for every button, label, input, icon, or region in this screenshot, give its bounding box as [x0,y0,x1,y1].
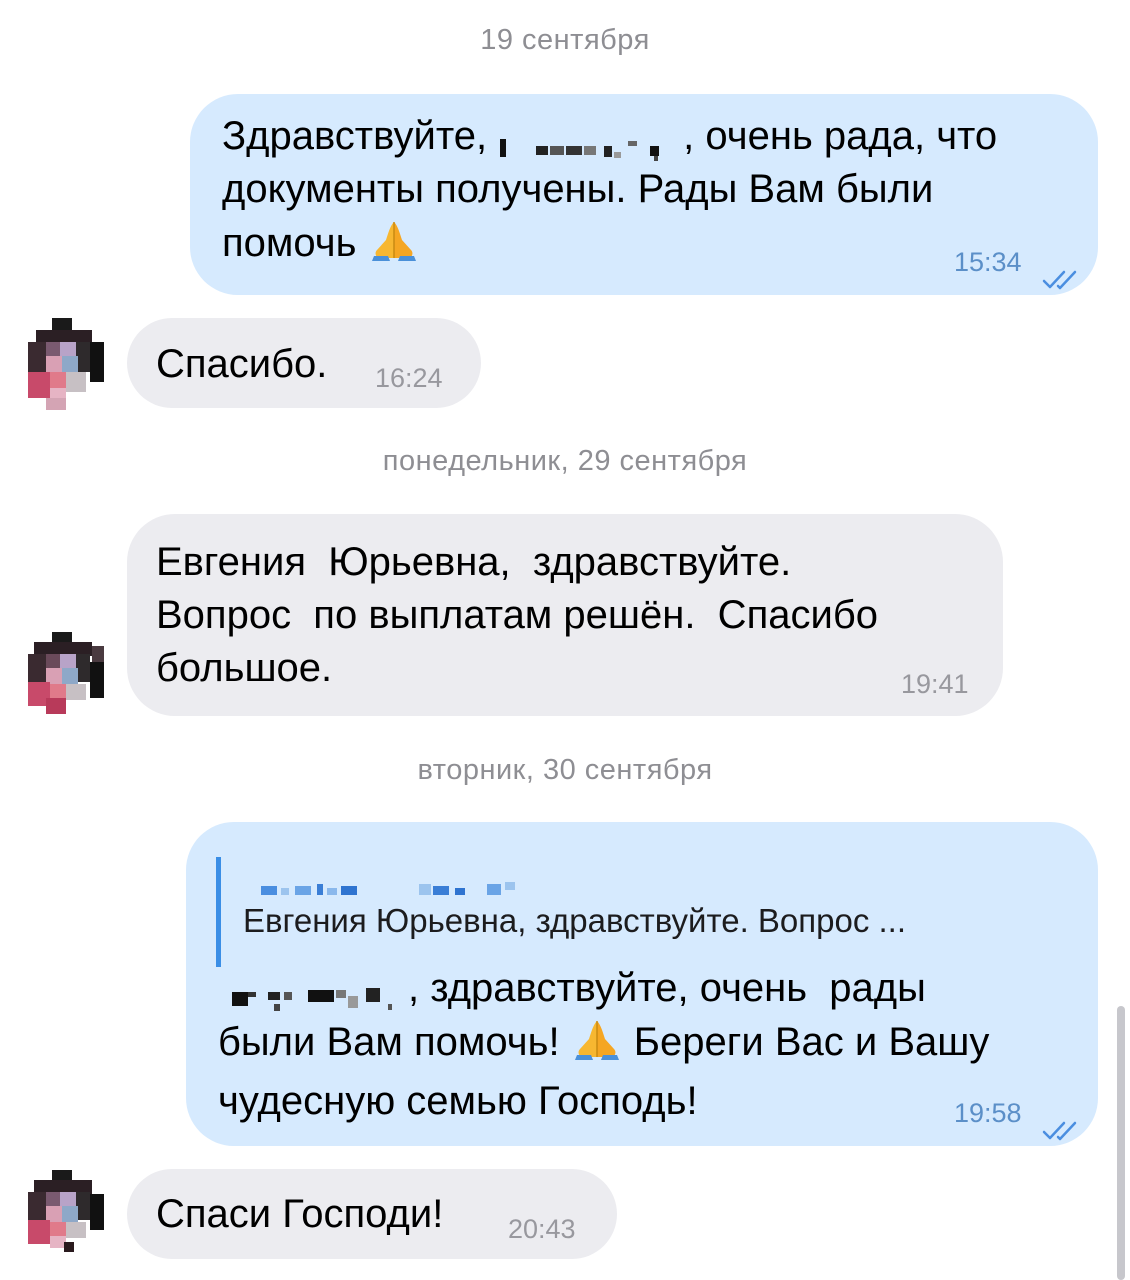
message-text-line: помочь [222,221,357,265]
message-text-part: Здравствуйте, [222,114,499,158]
date-separator: понедельник, 29 сентября [382,445,748,477]
avatar[interactable] [24,318,104,410]
message-text-line: большое. [156,646,333,690]
message-time: 19:58 [954,1098,1022,1128]
message-text: Здравствуйте, , очень рада, что документ… [222,110,997,276]
incoming-message[interactable]: Евгения Юрьевна, здравствуйте. Вопрос по … [127,514,1003,716]
folded-hands-icon [571,1015,623,1075]
message-text-line: документы получены. Рады Вам были [222,167,934,211]
reply-quote-text: Евгения Юрьевна, здравствуйте. Вопрос ..… [243,902,907,939]
message-text-part: , очень рада, что [683,114,998,158]
message-text-part: , здравствуйте, очень рады [408,966,926,1010]
message-text: Спаси Господи! [156,1192,444,1236]
outgoing-message[interactable]: Евгения Юрьевна, здравствуйте. Вопрос ..… [186,822,1098,1146]
scrollbar[interactable] [1117,1006,1125,1280]
incoming-message[interactable]: Спаси Господи! 20:43 [127,1169,617,1259]
message-text: Спасибо. [156,342,328,386]
avatar[interactable] [24,1170,104,1262]
message-text-part: были Вам помочь! [218,1020,571,1064]
message-time: 20:43 [508,1214,576,1244]
message-text: Евгения Юрьевна, здравствуйте. Вопрос по … [156,536,878,695]
incoming-message[interactable]: Спасибо. 16:24 [127,318,481,408]
message-text-line: Вопрос по выплатам решён. Спасибо [156,593,878,637]
message-text-line: чудесную семью Господь! [218,1079,698,1123]
message-time: 15:34 [954,247,1022,277]
message-text-part: Береги Вас и Вашу [622,1020,990,1064]
read-receipt-icon [1042,1103,1082,1141]
date-separator: вторник, 30 сентября [417,754,713,786]
avatar[interactable] [24,632,104,724]
read-receipt-icon [1042,252,1082,290]
redacted-name [498,123,683,162]
folded-hands-icon [368,216,420,276]
message-text: , здравствуйте, очень рады были Вам помоч… [218,962,989,1128]
redacted-name [218,975,408,1012]
outgoing-message[interactable]: Здравствуйте, , очень рада, что документ… [190,94,1098,295]
reply-quote[interactable]: Евгения Юрьевна, здравствуйте. Вопрос ..… [216,857,1036,967]
message-text-line: Евгения Юрьевна, здравствуйте. [156,540,792,584]
date-separator: 19 сентября [480,24,650,56]
message-time: 16:24 [375,363,443,393]
message-time: 19:41 [901,669,969,699]
